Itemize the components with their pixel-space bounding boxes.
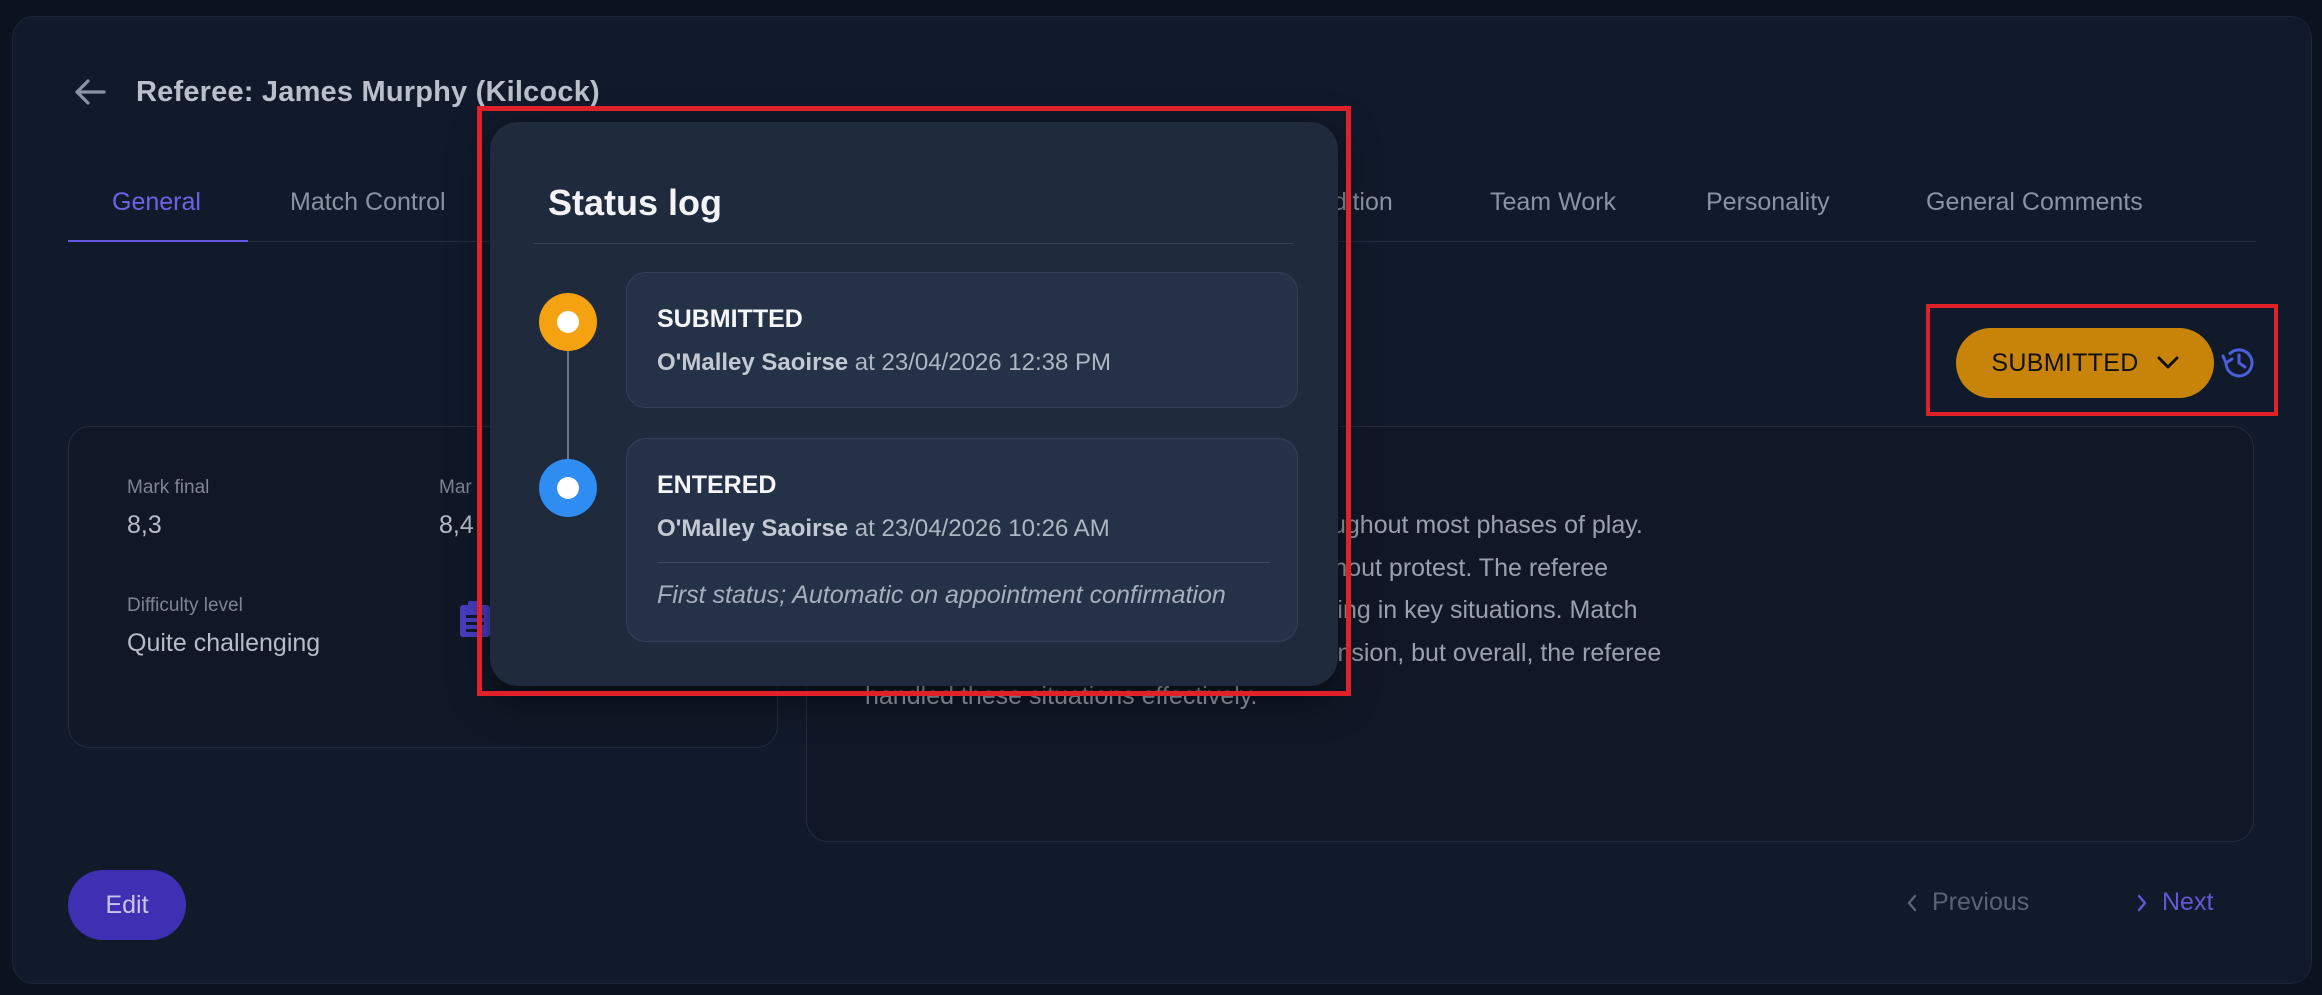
tab-general-comments[interactable]: General Comments [1926, 188, 2143, 217]
mark-second-label: Mar [439, 477, 472, 498]
tab-match-control[interactable]: Match Control [290, 188, 446, 217]
chevron-right-icon [2137, 894, 2147, 911]
chevron-left-icon [1907, 894, 1917, 911]
mark-final-label: Mark final [127, 477, 210, 498]
tab-team-work[interactable]: Team Work [1490, 188, 1616, 217]
difficulty-value: Quite challenging [127, 629, 321, 657]
page-title: Referee: James Murphy (Kilcock) [136, 75, 600, 108]
next-button[interactable]: Next [2136, 888, 2213, 917]
tab-general[interactable]: General [112, 188, 201, 217]
mark-second-value: 8,4 [439, 511, 474, 539]
tab-personality[interactable]: Personality [1706, 188, 1830, 217]
mark-final-value: 8,3 [127, 511, 162, 539]
difficulty-label: Difficulty level [127, 595, 243, 616]
back-arrow-icon[interactable] [70, 72, 110, 112]
status-highlight-box [1926, 304, 2278, 416]
previous-button[interactable]: Previous [1906, 888, 2029, 917]
next-label: Next [2162, 888, 2214, 916]
modal-highlight-box [477, 106, 1351, 696]
previous-label: Previous [1932, 888, 2030, 916]
active-tab-indicator [68, 240, 248, 242]
edit-button[interactable]: Edit [68, 870, 186, 940]
